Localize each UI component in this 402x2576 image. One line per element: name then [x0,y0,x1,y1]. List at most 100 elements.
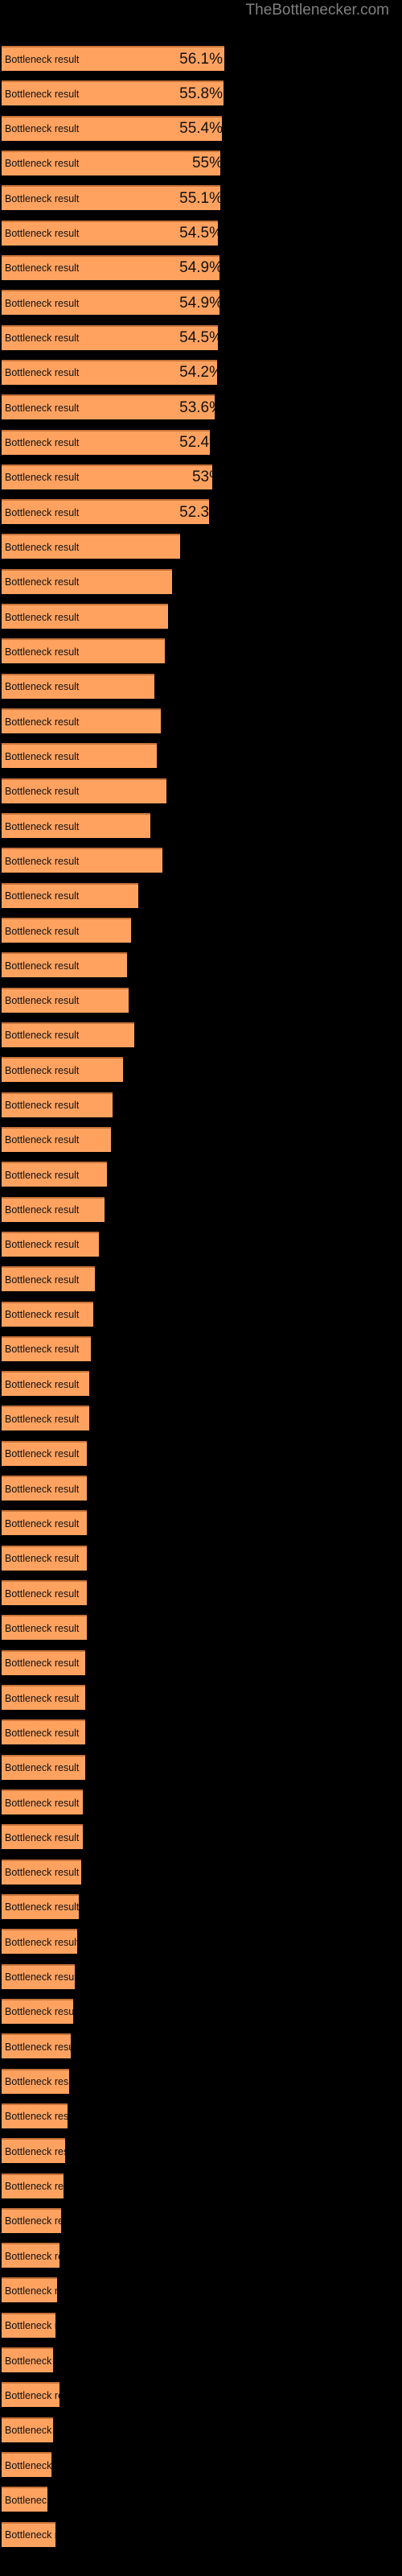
bar-row[interactable]: Bottleneck result16% [2,2138,66,2164]
bar-row[interactable]: Bottleneck result53.6% [2,394,215,420]
bar-row[interactable]: Bottleneck result26% [2,1196,105,1222]
bar-row[interactable]: Bottleneck result21.5% [2,1476,88,1501]
bar-row[interactable]: Bottleneck result15.5% [2,2173,64,2198]
bar-row[interactable]: Bottleneck result43% [2,568,173,594]
bar-row[interactable]: Bottleneck result18.5% [2,1963,76,1989]
bar-value: 39% [2,748,157,766]
bar-row[interactable]: Bottleneck result20.5% [2,1790,84,1814]
bar-row[interactable]: Bottleneck result 55.8% [2,80,224,106]
bar-row[interactable]: Bottleneck result21.5% [2,1615,88,1641]
bar-value: 33.5% [2,1026,134,1044]
bar-row[interactable]: Bottleneck result40.5% [2,848,163,873]
bar-row[interactable]: Bottleneck result21% [2,1649,85,1675]
bar-row[interactable]: Bottleneck result34.5% [2,882,139,908]
bar-row[interactable]: Bottleneck result37.5% [2,813,151,839]
bar-row[interactable]: Bottleneck result21% [2,1754,85,1780]
bar-row[interactable]: Bottleneck result31.5% [2,952,127,978]
bar-value: 53.6% [179,398,215,416]
bar-value: 23.5% [2,1271,95,1289]
bar-row[interactable]: Bottleneck result21% [2,1685,85,1711]
bar-row[interactable]: Bottleneck result13% [2,2417,54,2442]
bar-row[interactable]: Bottleneck result41.5% [2,778,166,803]
bar-row[interactable]: Bottleneck result54.2% [2,359,217,385]
bar-row[interactable]: Bottleneck result22% [2,1371,89,1397]
bar-row[interactable]: Bottleneck result12.5% [2,2452,51,2478]
bar-row[interactable]: Bottleneck result17% [2,2068,69,2094]
bar-clip: Bottleneck result39% [2,745,157,768]
bar-row[interactable]: Bottleneck result33.5% [2,1022,135,1047]
bar-value: 21% [2,1690,85,1707]
bar-row[interactable]: Bottleneck result20.5% [2,1824,84,1850]
bar-row[interactable]: Bottleneck result 55.1% [2,185,221,211]
bar-row[interactable]: Bottleneck result39% [2,743,157,769]
bar-clip: Bottleneck result13.5% [2,2524,55,2547]
bar-value: 22% [2,1410,89,1428]
bar-row[interactable]: Bottleneck result24.5% [2,1231,100,1257]
bar-row[interactable]: Bottleneck result20% [2,1859,81,1885]
bar-row[interactable]: Bottleneck result14% [2,2277,58,2303]
bar-value: 20% [2,1864,81,1881]
bar-value: 31.5% [2,957,127,975]
bar-clip: Bottleneck result18% [2,2000,73,2024]
bar-value: 21.5% [2,1620,87,1637]
bar-row[interactable]: Bottleneck result26.5% [2,1162,107,1187]
bar-row[interactable]: Bottleneck result23% [2,1301,93,1327]
bar-row[interactable]: Bottleneck result41% [2,638,165,664]
bar-clip: Bottleneck result21.5% [2,1443,87,1466]
bar-row[interactable]: Bottleneck result23.5% [2,1266,96,1292]
bar-value: 27.5% [2,1131,111,1149]
bar-row[interactable]: Bottleneck result13% [2,2347,54,2373]
bar-row[interactable]: Bottleneck result 55.4% [2,115,222,141]
bar-row[interactable]: Bottleneck result13.5% [2,2521,55,2547]
bar-clip: Bottleneck result14.5% [2,2384,59,2407]
bar-row[interactable]: Bottleneck result13.5% [2,2312,55,2338]
bar-clip: Bottleneck result20.5% [2,1826,83,1849]
bar-row[interactable]: Bottleneck result42% [2,604,169,630]
bar-row[interactable]: Bottleneck result22% [2,1406,89,1431]
bar-row[interactable]: Bottleneck result54.5% [2,220,219,246]
bar-value: 34.5% [2,887,138,905]
bar-row[interactable]: Bottleneck result52.4% [2,429,210,455]
bar-row[interactable]: Bottleneck result45% [2,534,181,559]
bar-row[interactable]: Bottleneck result14.5% [2,2382,59,2408]
bar-row[interactable]: Bottleneck result19% [2,1929,77,1955]
bar-row[interactable]: Bottleneck result 54.9% [2,254,220,280]
bar-row[interactable]: Bottleneck result32.5% [2,918,131,943]
bar-row[interactable]: Bottleneck result18% [2,1998,73,2024]
bar-row[interactable]: Bottleneck result 56.1% [2,46,225,71]
bar-value: 30.5% [2,1062,123,1080]
bar-clip: Bottleneck result38.5% [2,675,154,699]
bar-clip: Bottleneck result52.4% [2,431,210,455]
bar-row[interactable]: Bottleneck result11.5% [2,2487,47,2512]
bar-row[interactable]: Bottleneck result16.5% [2,2103,68,2128]
bar-row[interactable]: Bottleneck result 55% [2,150,220,175]
bar-clip: Bottleneck result21% [2,1757,85,1780]
bar-value: 14.5% [2,2387,59,2405]
bar-row[interactable]: Bottleneck result54.5% [2,324,219,350]
bar-row[interactable]: Bottleneck result21.5% [2,1545,88,1571]
bar-row[interactable]: Bottleneck result21.5% [2,1510,88,1536]
bar-row[interactable]: Bottleneck result53% [2,464,212,489]
bar-row[interactable]: Bottleneck result14.5% [2,2243,59,2268]
bar-clip: Bottleneck result17.5% [2,2035,71,2058]
bar-clip: Bottleneck result33.5% [2,1024,134,1047]
bar-clip: Bottleneck result16% [2,2140,65,2163]
bar-clip: Bottleneck result20% [2,1861,81,1885]
bar-row[interactable]: Bottleneck result22.5% [2,1335,92,1361]
bar-row[interactable]: Bottleneck result17.5% [2,2033,72,2059]
bar-row[interactable]: Bottleneck result52.3% [2,499,210,525]
bar-row[interactable]: Bottleneck result21% [2,1719,85,1745]
bar-row[interactable]: Bottleneck result32% [2,987,129,1013]
bar-row[interactable]: Bottleneck result 54.9% [2,290,220,316]
bar-row[interactable]: Bottleneck result30.5% [2,1057,123,1083]
bar-row[interactable]: Bottleneck result19.5% [2,1893,80,1919]
bar-row[interactable]: Bottleneck result40% [2,708,161,734]
bar-row[interactable]: Bottleneck result21.5% [2,1580,88,1606]
bar-row[interactable]: Bottleneck result15% [2,2207,62,2233]
bar-clip: Bottleneck result 54.9% [2,257,219,280]
bar-value: 21.5% [2,1550,87,1567]
bar-row[interactable]: Bottleneck result27.5% [2,1126,111,1152]
bar-row[interactable]: Bottleneck result38.5% [2,673,155,699]
bar-row[interactable]: Bottleneck result21.5% [2,1440,88,1466]
bar-row[interactable]: Bottleneck result28% [2,1092,113,1117]
